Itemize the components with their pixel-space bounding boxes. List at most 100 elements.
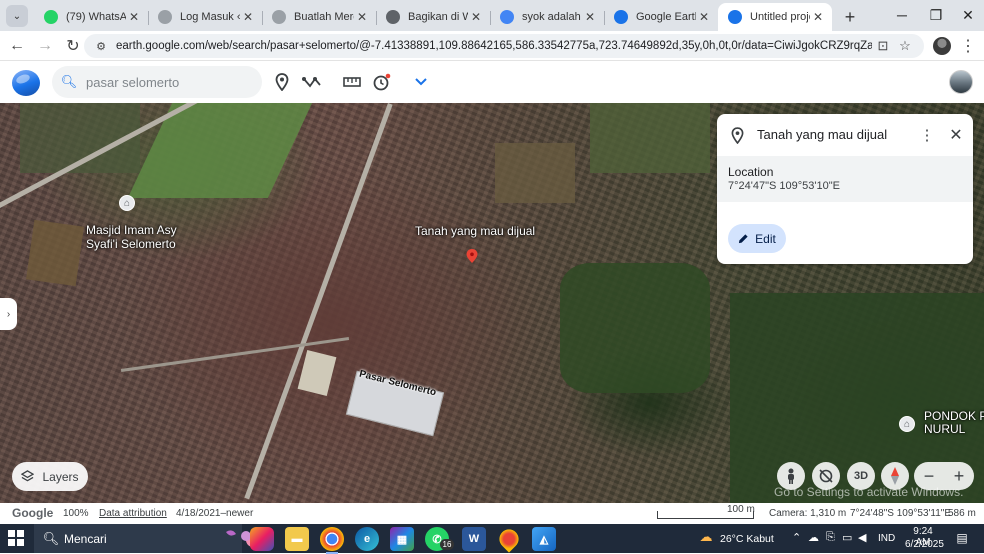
mosque-label[interactable]: Masjid Imam Asy Syafi'i Selomerto — [86, 223, 196, 251]
zoom-in-button[interactable]: + — [954, 466, 965, 487]
close-icon[interactable]: ✕ — [946, 124, 966, 146]
address-bar[interactable]: ⚙ earth.google.com/web/search/pasar+selo… — [84, 34, 924, 58]
chrome-icon[interactable] — [320, 527, 344, 554]
tab-close-icon[interactable]: ✕ — [126, 10, 142, 24]
elevation: 586 m — [948, 508, 976, 519]
bookmark-star-icon[interactable]: ☆ — [894, 38, 916, 54]
building — [297, 349, 337, 397]
google-earth-logo[interactable] — [12, 70, 40, 96]
tab-close-icon[interactable]: ✕ — [354, 10, 370, 24]
whatsapp-badge: 16 — [440, 539, 454, 550]
reload-button[interactable]: ↻ — [60, 33, 86, 59]
copilot-icon[interactable] — [250, 527, 274, 551]
weather-text[interactable]: 26°C Kabut — [720, 533, 774, 545]
browser-tab[interactable]: Google Earth ✕ — [604, 3, 718, 31]
cursor-coordinates: 7°24'48"S 109°53'11"E — [850, 508, 952, 519]
weather-icon[interactable]: ☁ — [698, 529, 714, 545]
historical-imagery-icon[interactable] — [369, 71, 393, 93]
install-app-icon[interactable]: ⊡ — [872, 38, 894, 54]
language-indicator[interactable]: IND — [878, 533, 895, 544]
google-logo: Google — [12, 506, 54, 520]
browser-tab[interactable]: Untitled project✕ — [718, 3, 832, 31]
edge-icon[interactable]: e — [355, 527, 379, 551]
account-avatar[interactable] — [949, 70, 973, 94]
browser-tab[interactable]: Bagikan di What✕ — [376, 3, 490, 31]
photos-icon[interactable]: ◭ — [532, 527, 556, 551]
layers-label: Layers — [42, 469, 79, 484]
taskbar-search-text: Mencari — [64, 531, 107, 546]
placemark-label[interactable]: Tanah yang mau dijual — [415, 224, 535, 238]
placemark-pin-icon[interactable] — [466, 249, 478, 263]
expand-tools-chevron-icon[interactable] — [409, 71, 433, 93]
browser-menu-icon[interactable]: ⋮ — [958, 35, 978, 57]
search-icon[interactable]: 🔍︎ — [52, 74, 86, 90]
minimize-button[interactable]: ─ — [884, 0, 920, 30]
usb-icon[interactable]: ⎘ — [826, 531, 835, 544]
clock-date[interactable]: 6/2/2025 — [905, 539, 944, 550]
tab-title: Buatlah Mereka — [294, 11, 354, 23]
show-hidden-icons-icon[interactable]: ⌃ — [792, 531, 801, 544]
browser-tab[interactable]: (79) WhatsApp B✕ — [34, 3, 148, 31]
path-icon[interactable] — [300, 71, 324, 93]
zoom-level: 100% — [63, 508, 89, 519]
url-text[interactable]: earth.google.com/web/search/pasar+selome… — [116, 40, 872, 52]
location-label: Location — [728, 165, 774, 179]
mosque-icon[interactable]: ⌂ — [119, 195, 135, 211]
pondok-label[interactable]: PONDOK P NURUL — [924, 410, 984, 436]
tab-close-icon[interactable]: ✕ — [240, 10, 256, 24]
whatsapp-icon — [44, 10, 58, 24]
windows-taskbar: 🔍︎ Mencari ▬ e ▦ ✆ 16 W ◭ ☁ 26°C Kabut ⌃… — [0, 524, 984, 554]
more-options-icon[interactable]: ⋮ — [917, 124, 937, 146]
browser-toolbar: ← → ↻ ⚙ earth.google.com/web/search/pasa… — [0, 31, 984, 61]
earth-icon — [614, 10, 628, 24]
new-tab-button[interactable]: + — [836, 3, 864, 31]
forward-button[interactable]: → — [32, 33, 58, 59]
layers-button[interactable]: Layers — [12, 462, 88, 491]
page-icon — [158, 10, 172, 24]
vegetation-patch — [560, 263, 710, 393]
tab-close-icon[interactable]: ✕ — [810, 10, 826, 24]
tab-title: Log Masuk ‹ Ust — [180, 11, 240, 23]
browser-tab[interactable]: Buatlah Mereka✕ — [262, 3, 376, 31]
browser-tab[interactable]: syok adalah - Pe✕ — [490, 3, 604, 31]
maps-icon[interactable] — [495, 525, 523, 553]
placemark-icon[interactable] — [270, 71, 294, 93]
field-patch — [495, 143, 575, 203]
tab-search-button[interactable]: ⌄ — [6, 5, 28, 27]
tab-close-icon[interactable]: ✕ — [696, 10, 712, 24]
volume-icon[interactable]: ◀ — [858, 531, 866, 544]
windows-start-icon[interactable] — [8, 530, 24, 546]
field-patch — [26, 219, 84, 287]
restore-button[interactable]: ❐ — [918, 0, 954, 30]
search-input[interactable] — [86, 74, 246, 90]
expand-panel-handle[interactable]: › — [0, 298, 17, 330]
tab-close-icon[interactable]: ✕ — [582, 10, 598, 24]
location-pin-icon — [729, 126, 745, 144]
cloud-icon[interactable]: ☁ — [808, 531, 819, 544]
browser-tab[interactable]: Log Masuk ‹ Ust✕ — [148, 3, 262, 31]
notification-icon[interactable]: ▤ — [954, 530, 970, 546]
zoom-out-button[interactable]: − — [924, 466, 935, 487]
location-coordinates: 7°24'47"S 109°53'10"E — [728, 180, 840, 192]
measure-ruler-icon[interactable] — [340, 71, 364, 93]
page-icon — [272, 10, 286, 24]
profile-avatar[interactable] — [933, 37, 951, 55]
school-icon[interactable]: ⌂ — [899, 416, 915, 432]
site-info-icon[interactable]: ⚙ — [90, 40, 112, 53]
activate-windows-watermark: Go to Settings to activate Windows. — [774, 485, 964, 499]
store-icon[interactable]: ▦ — [390, 527, 414, 551]
earth-search-box[interactable]: 🔍︎ — [52, 66, 262, 98]
battery-icon[interactable]: ▭ — [842, 531, 852, 544]
back-button[interactable]: ← — [4, 33, 30, 59]
pencil-icon — [738, 233, 749, 244]
tab-title: syok adalah - Pe — [522, 11, 582, 23]
taskbar-search-box[interactable]: 🔍︎ Mencari — [34, 524, 266, 553]
close-window-button[interactable]: ✕ — [950, 0, 984, 30]
file-explorer-icon[interactable]: ▬ — [285, 527, 309, 551]
data-attribution-link[interactable]: Data attribution — [99, 508, 167, 519]
tab-close-icon[interactable]: ✕ — [468, 10, 484, 24]
earth-status-bar: Google 100% Data attribution 4/18/2021–n… — [0, 503, 984, 524]
word-icon[interactable]: W — [462, 527, 486, 551]
google-icon — [500, 10, 514, 24]
edit-button[interactable]: Edit — [728, 224, 786, 253]
